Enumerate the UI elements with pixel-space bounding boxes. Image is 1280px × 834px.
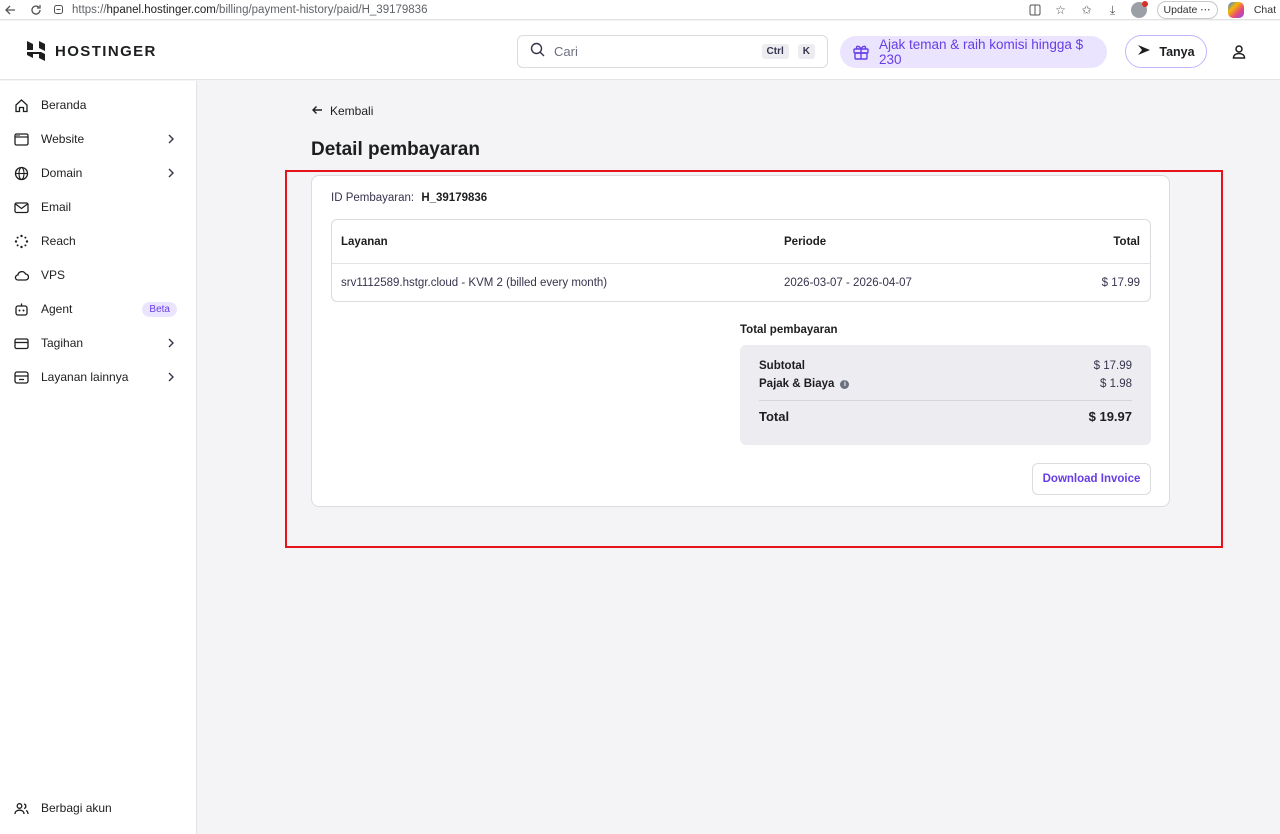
ai-spark-icon xyxy=(1137,43,1151,60)
sidebar-item-label: Layanan lainnya xyxy=(41,370,129,384)
search-placeholder: Cari xyxy=(554,44,578,59)
sidebar-item-label: Beranda xyxy=(41,98,87,112)
url-text: https://hpanel.hostinger.com/billing/pay… xyxy=(72,3,428,16)
favorites-icon[interactable]: ✩ xyxy=(1079,2,1095,18)
lock-icon xyxy=(50,2,66,18)
sidebar-item-website[interactable]: Website xyxy=(0,122,197,156)
cloud-icon xyxy=(13,267,29,283)
highlight-box xyxy=(285,170,1223,548)
sidebar-item-beranda[interactable]: Beranda xyxy=(0,88,197,122)
browser-toolbar: https://hpanel.hostinger.com/billing/pay… xyxy=(0,0,1280,20)
gift-icon xyxy=(852,42,870,63)
sidebar-item-label: Email xyxy=(41,200,72,214)
chevron-right-icon xyxy=(167,371,175,383)
ask-ai-label: Tanya xyxy=(1159,44,1195,59)
sidebar-item-share-account[interactable]: Berbagi akun xyxy=(0,791,197,825)
chevron-right-icon xyxy=(167,337,175,349)
copilot-icon[interactable] xyxy=(1227,2,1244,18)
sidebar-item-domain[interactable]: Domain xyxy=(0,156,197,190)
update-button[interactable]: Update ⋯ xyxy=(1156,1,1218,19)
star-icon[interactable]: ☆ xyxy=(1053,2,1069,18)
chat-label[interactable]: Chat xyxy=(1254,4,1276,16)
sidebar-item-label: Website xyxy=(41,132,85,146)
sidebar-item-agent[interactable]: Agent Beta xyxy=(0,292,197,326)
mail-icon xyxy=(13,199,29,215)
sidebar-item-label: Tagihan xyxy=(41,336,84,350)
sidebar-item-label: Reach xyxy=(41,234,76,248)
credit-card-icon xyxy=(13,335,29,351)
beta-badge: Beta xyxy=(142,302,177,317)
referral-text: Ajak teman & raih komisi hingga $ 230 xyxy=(879,37,1084,67)
sidebar: Beranda Website Domain Email Reach VPS A… xyxy=(0,81,197,834)
profile-avatar[interactable] xyxy=(1130,1,1148,18)
back-label: Kembali xyxy=(330,104,374,118)
referral-banner[interactable]: Ajak teman & raih komisi hingga $ 230 xyxy=(840,36,1107,68)
store-icon xyxy=(13,369,29,385)
robot-icon xyxy=(13,301,29,317)
browser-window-icon xyxy=(13,131,29,147)
split-screen-icon[interactable] xyxy=(1027,2,1043,18)
sidebar-item-layanan-lainnya[interactable]: Layanan lainnya xyxy=(0,360,197,394)
ask-ai-button[interactable]: Tanya xyxy=(1125,35,1207,68)
search-icon xyxy=(530,42,545,62)
chevron-right-icon xyxy=(167,167,175,179)
sidebar-item-label: Agent xyxy=(41,302,73,316)
sparkle-icon xyxy=(13,233,29,249)
shortcut-ctrl-key: Ctrl xyxy=(761,44,789,59)
sidebar-item-reach[interactable]: Reach xyxy=(0,224,197,258)
sidebar-item-label: Berbagi akun xyxy=(41,801,112,815)
sidebar-item-tagihan[interactable]: Tagihan xyxy=(0,326,197,360)
home-icon xyxy=(13,97,29,113)
hostinger-logo[interactable]: HOSTINGER xyxy=(25,40,157,62)
page-title: Detail pembayaran xyxy=(311,139,480,160)
globe-icon xyxy=(13,165,29,181)
shortcut-k-key: K xyxy=(797,44,815,59)
back-link[interactable]: Kembali xyxy=(311,104,373,118)
sidebar-item-email[interactable]: Email xyxy=(0,190,197,224)
app-header: HOSTINGER Cari Ctrl K Ajak teman & raih … xyxy=(0,21,1280,80)
brand-name: HOSTINGER xyxy=(55,42,157,60)
address-bar[interactable]: https://hpanel.hostinger.com/billing/pay… xyxy=(50,0,1040,19)
users-icon xyxy=(13,800,29,816)
user-account-icon[interactable] xyxy=(1230,43,1248,61)
chevron-right-icon xyxy=(167,133,175,145)
search-input[interactable]: Cari Ctrl K xyxy=(517,35,828,68)
download-icon[interactable]: ⤓ xyxy=(1105,2,1121,18)
reload-icon[interactable] xyxy=(28,2,44,18)
sidebar-item-label: VPS xyxy=(41,268,66,282)
hostinger-logo-icon xyxy=(25,40,47,62)
arrow-left-icon xyxy=(311,104,323,118)
sidebar-item-label: Domain xyxy=(41,166,83,180)
back-arrow-icon[interactable] xyxy=(2,2,18,18)
sidebar-item-vps[interactable]: VPS xyxy=(0,258,197,292)
